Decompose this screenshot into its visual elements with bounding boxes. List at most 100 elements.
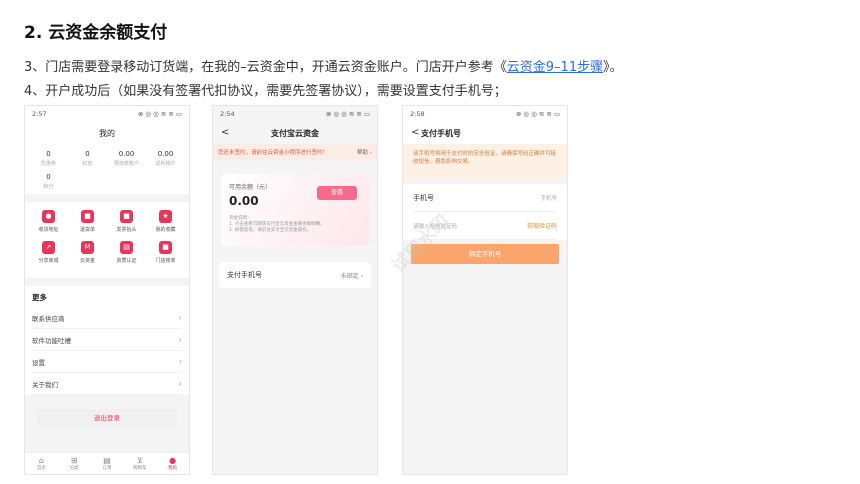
grid-item-return[interactable]: ■ 退货单 bbox=[68, 210, 107, 233]
menu-label: 联系供应商 bbox=[32, 314, 65, 323]
grid-label: 发票抬头 bbox=[116, 227, 137, 233]
location-icon: ● bbox=[42, 210, 55, 223]
chevron-right-icon: › bbox=[178, 335, 182, 344]
status-bar: 2:57 ⊗ ◎ ◎ ≋ ≋ ▭ bbox=[25, 106, 189, 122]
home-icon: ⌂ bbox=[38, 456, 44, 465]
stat-redpack[interactable]: 0 红包 bbox=[68, 150, 107, 167]
user-icon: ● bbox=[169, 456, 177, 465]
grid-item-cloud-fund[interactable]: M 云资金 bbox=[68, 241, 107, 264]
account-stats: 0 优惠券 0 红包 0.00 预存款账户 0.00 返利账户 0 积分 bbox=[25, 144, 189, 194]
menu-label: 关于我们 bbox=[32, 380, 58, 389]
screenshot-cloud-fund: 2:54 ⊗ ◎ ◎ ≋ ≋ ▭ < 支付宝云资金 您还未签约，请前往云资金小程… bbox=[212, 105, 378, 475]
bind-phone-button[interactable]: 绑定手机号 bbox=[411, 244, 559, 264]
note-line: 2. 如需提现，请前往支付宝云资金操作。 bbox=[229, 228, 312, 233]
status-bar: 2:54 ⊗ ◎ ◎ ≋ ≋ ▭ bbox=[213, 106, 377, 122]
warning-notice: 该手机号将用于支付时的安全验证，请确保号码正确并可接收短信，避免影响交易。 bbox=[403, 144, 567, 178]
grid-label: 收货地址 bbox=[38, 227, 59, 233]
sign-banner[interactable]: 您还未签约，请前往云资金小程序进行签约！ 帮助 › bbox=[213, 144, 377, 160]
cloud-fund-icon: M bbox=[81, 241, 94, 254]
grid-item-bill[interactable]: ■ 门店账单 bbox=[146, 241, 185, 264]
star-icon: ★ bbox=[159, 210, 172, 223]
menu-item-about[interactable]: 关于我们 › bbox=[32, 373, 182, 395]
menu-item-settings[interactable]: 设置 › bbox=[32, 351, 182, 373]
line3-tail: 》。 bbox=[603, 60, 623, 75]
pay-phone-row[interactable]: 支付手机号 未绑定 › bbox=[219, 262, 371, 288]
page-title: 支付手机号 bbox=[421, 128, 461, 138]
code-input[interactable]: 请输入短信验证码 bbox=[413, 222, 457, 230]
menu-item-contact[interactable]: 联系供应商 › bbox=[32, 307, 182, 329]
stat-rebate[interactable]: 0.00 返利账户 bbox=[146, 150, 185, 167]
grid-label: 资质认证 bbox=[116, 258, 137, 264]
bottom-tab-bar: ⌂ 首页 ⊞ 分类 ▤ 订单 ⊻ 购物车 ● 我的 bbox=[25, 452, 189, 474]
status-time: 2:57 bbox=[32, 110, 47, 118]
menu-label: 设置 bbox=[32, 358, 45, 367]
stat-value: 0 bbox=[46, 150, 51, 158]
stat-value: 0 bbox=[85, 150, 90, 158]
back-arrow-icon[interactable]: < bbox=[411, 127, 419, 138]
phone-field[interactable]: 手机号 手机号 bbox=[413, 184, 557, 212]
stat-value: 0.00 bbox=[118, 150, 135, 158]
page-title: 我的 bbox=[25, 122, 189, 144]
certificate-icon: ▤ bbox=[120, 241, 133, 254]
grid-item-certification[interactable]: ▤ 资质认证 bbox=[107, 241, 146, 264]
stat-label: 积分 bbox=[43, 184, 54, 190]
instruction-line-4: 4、开户成功后（如果没有签署代扣协议，需要先签署协议），需要设置支付手机号； bbox=[24, 84, 507, 99]
status-icons: ⊗ ◎ ◎ ≋ ≋ ▭ bbox=[515, 110, 560, 118]
chevron-right-icon: › bbox=[178, 313, 182, 322]
grid-item-favorites[interactable]: ★ 我的收藏 bbox=[146, 210, 185, 233]
tab-label: 我的 bbox=[168, 466, 178, 471]
help-link[interactable]: 帮助 › bbox=[357, 148, 372, 156]
tab-orders[interactable]: ▤ 订单 bbox=[91, 453, 124, 474]
code-field[interactable]: 请输入短信验证码 获取验证码 bbox=[413, 212, 557, 240]
tab-label: 分类 bbox=[69, 466, 79, 471]
cart-icon: ⊻ bbox=[136, 456, 143, 465]
screenshot-pay-phone: 2:58 ⊗ ◎ ◎ ≋ ≋ ▭ < 支付手机号 该手机号将用于支付时的安全验证… bbox=[402, 105, 568, 475]
share-icon: ↗ bbox=[42, 241, 55, 254]
tab-cart[interactable]: ⊻ 购物车 bbox=[123, 453, 156, 474]
menu-item-feedback[interactable]: 软件功能吐槽 › bbox=[32, 329, 182, 351]
tab-category[interactable]: ⊞ 分类 bbox=[58, 453, 91, 474]
doc-title: 2. 云资金余额支付 bbox=[24, 23, 168, 43]
pay-phone-label: 支付手机号 bbox=[227, 271, 262, 279]
grid-label: 门店账单 bbox=[155, 258, 176, 264]
stat-label: 预存款账户 bbox=[113, 161, 139, 167]
grid-label: 退货单 bbox=[79, 227, 95, 233]
order-icon: ▤ bbox=[103, 456, 111, 465]
view-button[interactable]: 查看 bbox=[317, 186, 357, 200]
grid-item-invoice[interactable]: ■ 发票抬头 bbox=[107, 210, 146, 233]
bill-icon: ■ bbox=[159, 241, 172, 254]
stat-value: 0 bbox=[46, 173, 51, 181]
screenshot-my-page: 2:57 ⊗ ◎ ◎ ≋ ≋ ▭ 我的 0 优惠券 0 红包 0.00 预存款账户 0… bbox=[24, 105, 190, 475]
pay-phone-status: 未绑定 › bbox=[340, 272, 363, 280]
grid-item-address[interactable]: ● 收货地址 bbox=[29, 210, 68, 233]
grid-label: 我的收藏 bbox=[155, 227, 176, 233]
stat-points[interactable]: 0 积分 bbox=[29, 173, 68, 190]
fund-note: 资金说明： 1. 点击查看可跳转支付宝云资金查看余额明细。 2. 如需提现，请前… bbox=[229, 216, 361, 234]
stat-label: 返利账户 bbox=[155, 161, 176, 167]
stat-coupon[interactable]: 0 优惠券 bbox=[29, 150, 68, 167]
status-bar: 2:58 ⊗ ◎ ◎ ≋ ≋ ▭ bbox=[403, 106, 567, 122]
get-code-button[interactable]: 获取验证码 bbox=[527, 221, 557, 230]
status-time: 2:58 bbox=[410, 110, 425, 118]
page-header: < 支付手机号 bbox=[403, 122, 567, 144]
tab-label: 订单 bbox=[102, 466, 112, 471]
page-title: 支付宝云资金 bbox=[271, 128, 319, 138]
guide-link[interactable]: 云资金9–11步骤 bbox=[507, 60, 603, 75]
invoice-icon: ■ bbox=[120, 210, 133, 223]
stat-label: 优惠券 bbox=[40, 161, 56, 167]
phone-form: 手机号 手机号 请输入短信验证码 获取验证码 bbox=[403, 184, 567, 240]
tab-home[interactable]: ⌂ 首页 bbox=[25, 453, 58, 474]
tab-me[interactable]: ● 我的 bbox=[156, 453, 189, 474]
grid-item-share[interactable]: ↗ 分享商城 bbox=[29, 241, 68, 264]
grid-label: 云资金 bbox=[79, 258, 95, 264]
tab-label: 购物车 bbox=[133, 466, 147, 471]
instruction-line-3: 3、门店需要登录移动订货端，在我的–云资金中，开通云资金账户。门店开户参考《云资… bbox=[24, 56, 623, 75]
balance-card: 可用余额（元） 0.00 查看 资金说明： 1. 点击查看可跳转支付宝云资金查看… bbox=[221, 174, 369, 246]
logout-button[interactable]: 退出登录 bbox=[37, 409, 177, 427]
back-arrow-icon[interactable]: < bbox=[221, 127, 229, 138]
phone-input[interactable]: 手机号 bbox=[540, 194, 557, 202]
chevron-right-icon: › bbox=[178, 379, 182, 388]
phone-label: 手机号 bbox=[413, 193, 434, 202]
stat-prepaid[interactable]: 0.00 预存款账户 bbox=[107, 150, 146, 167]
return-doc-icon: ■ bbox=[81, 210, 94, 223]
